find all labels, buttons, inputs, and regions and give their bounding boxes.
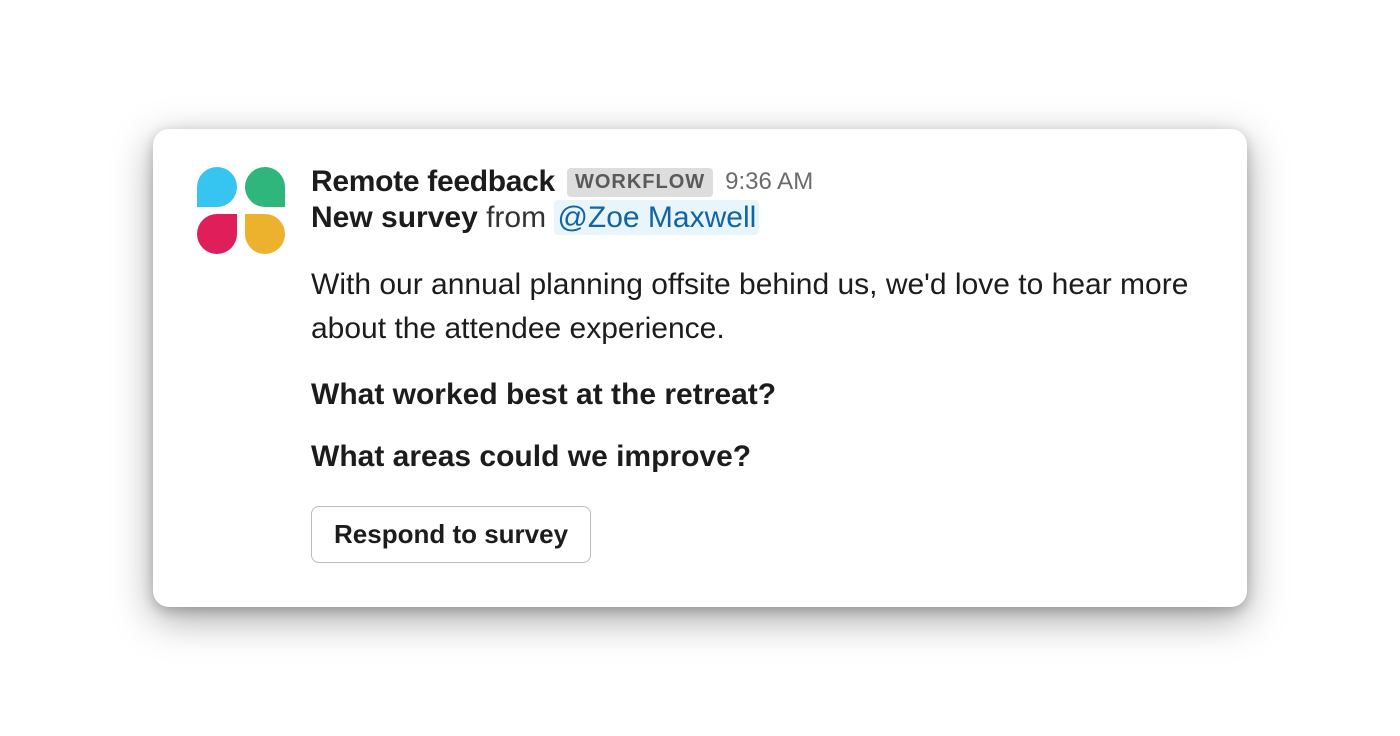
- survey-question: What worked best at the retreat?: [311, 378, 1203, 412]
- petal-icon: [197, 167, 237, 207]
- petal-icon: [197, 214, 237, 254]
- subject-line: New survey from @Zoe Maxwell: [311, 201, 1203, 235]
- app-icon: [197, 165, 287, 255]
- message-body: With our annual planning offsite behind …: [311, 263, 1203, 350]
- petal-icon: [245, 167, 285, 207]
- workflow-badge: WORKFLOW: [567, 168, 713, 197]
- survey-question: What areas could we improve?: [311, 440, 1203, 474]
- message-content: Remote feedback WORKFLOW 9:36 AM New sur…: [311, 165, 1203, 563]
- user-mention[interactable]: @Zoe Maxwell: [554, 200, 759, 235]
- message-card: Remote feedback WORKFLOW 9:36 AM New sur…: [153, 129, 1247, 607]
- subject-title: New survey: [311, 201, 478, 234]
- petal-icon: [245, 214, 285, 254]
- timestamp[interactable]: 9:36 AM: [725, 168, 813, 196]
- sender-name[interactable]: Remote feedback: [311, 165, 555, 199]
- respond-button[interactable]: Respond to survey: [311, 506, 591, 563]
- message-header: Remote feedback WORKFLOW 9:36 AM: [311, 165, 1203, 199]
- subject-from-text: from: [478, 201, 555, 234]
